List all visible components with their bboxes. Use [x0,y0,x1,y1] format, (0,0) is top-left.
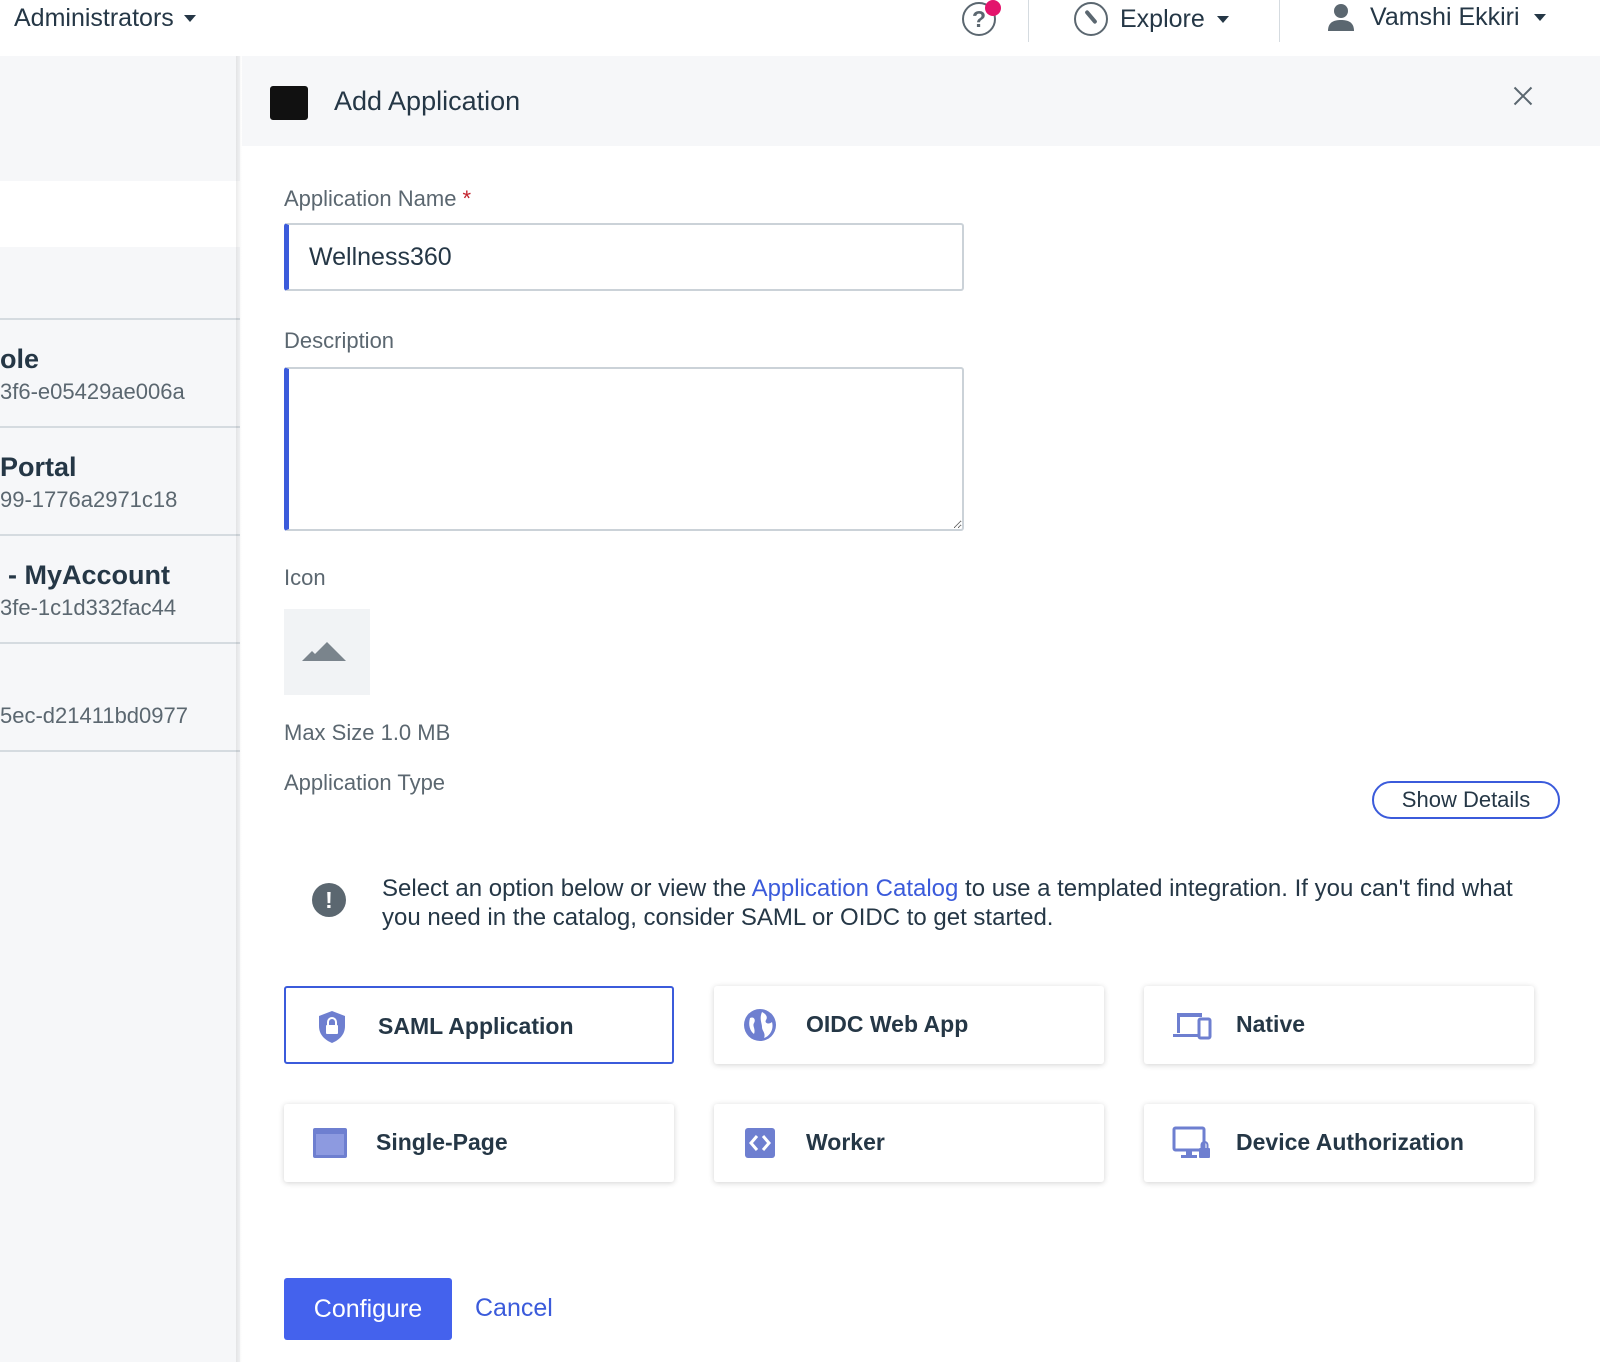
application-type-label: Application Type [284,770,446,795]
type-native[interactable]: Native [1144,986,1534,1064]
type-worker[interactable]: Worker [714,1104,1104,1182]
globe-icon [744,1009,776,1041]
notification-dot [985,0,1001,16]
divider [0,318,240,320]
application-name-label: Application Name * [284,186,471,211]
type-label: Device Authorization [1236,1129,1464,1155]
code-icon [745,1128,775,1158]
shield-lock-icon [319,1011,345,1043]
explore-label: Explore [1120,4,1205,33]
description-label: Description [284,328,395,353]
divider [0,642,240,644]
divider [1279,0,1280,42]
image-placeholder-icon-part [302,651,322,661]
browser-window-icon [313,1128,347,1158]
application-icon [270,86,308,120]
explore-menu[interactable]: Explore [1074,2,1229,36]
chevron-down-icon [1533,13,1546,21]
divider [0,426,240,428]
list-item-title[interactable]: Portal [0,452,77,483]
show-details-button[interactable]: Show Details [1372,781,1560,819]
type-label: Native [1236,1011,1306,1037]
list-item-id: 3fe-1c1d332fac44 [0,595,177,620]
type-oidc-web-app[interactable]: OIDC Web App [714,986,1104,1064]
environment-selector[interactable]: Administrators [14,4,196,33]
cancel-link[interactable]: Cancel [475,1294,553,1323]
type-label: Single-Page [376,1129,508,1155]
devices-icon [1173,1013,1212,1040]
user-name: Vamshi Ekkiri [1370,2,1520,31]
icon-upload[interactable] [284,609,370,695]
user-icon [1328,4,1354,31]
compass-icon [1074,2,1108,36]
application-catalog-link[interactable]: Application Catalog [752,875,959,902]
info-icon: ! [312,883,346,917]
user-menu[interactable]: Vamshi Ekkiri [1326,2,1546,32]
panel-title: Add Application [334,86,521,116]
application-name-input[interactable] [284,223,964,291]
icon-label: Icon [284,565,326,590]
configure-button[interactable]: Configure [284,1278,452,1340]
list-item-id: 5ec-d21411bd0977 [0,703,188,728]
type-single-page[interactable]: Single-Page [284,1104,674,1182]
type-saml-application[interactable]: SAML Application [284,986,674,1064]
info-message: Select an option below or view the Appli… [382,875,1513,931]
divider [1028,0,1029,42]
chevron-down-icon [183,15,196,22]
application-list: ole 3f6-e05429ae006a Portal 99-1776a2971… [0,56,240,1362]
divider [0,750,240,752]
required-asterisk: * [462,186,471,211]
chevron-down-icon [1216,15,1229,23]
type-label: Worker [806,1129,885,1155]
type-label: SAML Application [378,1013,574,1039]
environment-label: Administrators [14,4,174,32]
type-device-authorization[interactable]: Device Authorization [1144,1104,1534,1182]
divider [0,534,240,536]
list-search-row [0,181,240,247]
close-icon[interactable] [1508,82,1538,112]
max-size-note: Max Size 1.0 MB [284,720,451,745]
list-item-title[interactable]: ole [0,344,39,375]
add-application-panel: Add Application Application Name* Descri… [242,56,1600,1362]
description-textarea[interactable] [284,367,964,531]
list-item-id: 3f6-e05429ae006a [0,379,185,404]
list-item-title[interactable]: - MyAccount [8,560,170,591]
panel-header: Add Application [242,56,1600,146]
top-bar: Administrators ? Explore Vamshi Ekkiri [0,0,1600,56]
type-label: OIDC Web App [806,1011,969,1037]
monitor-lock-icon [1172,1126,1210,1158]
list-item-id: 99-1776a2971c18 [0,487,178,512]
